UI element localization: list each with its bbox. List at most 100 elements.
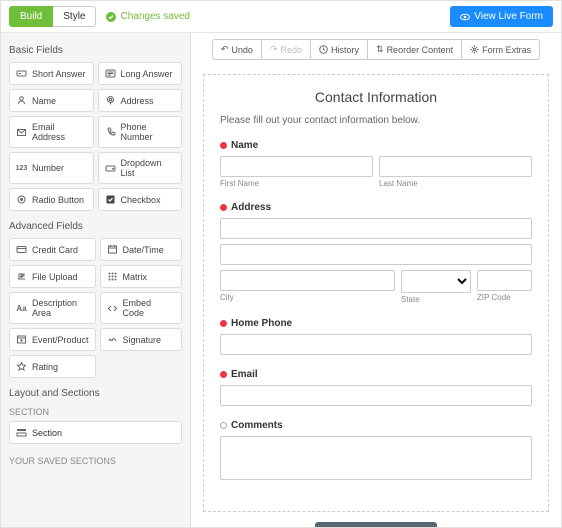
field-item-label: Signature — [123, 335, 162, 345]
undo-icon: ↶ — [221, 44, 229, 55]
form-description: Please fill out your contact information… — [220, 115, 532, 126]
desc-icon: Aa — [16, 303, 27, 314]
rating-icon — [16, 361, 27, 372]
file-icon — [16, 271, 27, 282]
adv-field-date[interactable]: Date/Time — [100, 238, 182, 261]
email-icon — [16, 127, 27, 138]
basic-field-short[interactable]: Short Answer — [9, 62, 94, 85]
field-item-label: Matrix — [123, 272, 148, 282]
radio-icon — [16, 194, 27, 205]
address-line1-input[interactable] — [220, 218, 532, 239]
advanced-fields-heading: Advanced Fields — [9, 221, 182, 232]
adv-field-file[interactable]: File Upload — [9, 265, 96, 288]
field-item-label: File Upload — [32, 272, 78, 282]
state-sublabel: State — [401, 295, 471, 304]
name-icon — [16, 95, 27, 106]
short-icon — [16, 68, 27, 79]
field-item-label: Credit Card — [32, 245, 78, 255]
form-canvas[interactable]: Contact Information Please fill out your… — [203, 74, 549, 512]
tab-build[interactable]: Build — [9, 6, 53, 27]
field-item-label: Event/Product — [32, 335, 89, 345]
gear-icon — [470, 45, 479, 54]
sidebar: Basic Fields Short Answer Long Answer Name… — [1, 33, 191, 527]
form-extras-button[interactable]: Form Extras — [462, 39, 540, 60]
last-name-input[interactable] — [379, 156, 532, 177]
optional-icon — [220, 422, 227, 429]
checkbox-icon — [105, 194, 116, 205]
canvas-toolbar: ↶Undo ↷Redo History ⇅Reorder Content For… — [191, 33, 561, 66]
eye-icon — [460, 12, 470, 22]
field-item-label: Email Address — [32, 122, 87, 142]
field-item-label: Rating — [32, 362, 58, 372]
field-item-label: Phone Number — [121, 122, 176, 142]
view-live-form-button[interactable]: View Live Form — [450, 6, 553, 27]
state-select[interactable] — [401, 270, 471, 293]
field-item-label: Embed Code — [123, 298, 175, 318]
field-comments[interactable]: Comments — [220, 420, 532, 483]
section-icon — [16, 427, 27, 438]
field-item-label: Dropdown List — [121, 158, 176, 178]
tab-style[interactable]: Style — [53, 6, 96, 27]
field-item-label: Description Area — [32, 298, 89, 318]
basic-field-email[interactable]: Email Address — [9, 116, 94, 148]
long-icon — [105, 68, 116, 79]
address-line2-input[interactable] — [220, 244, 532, 265]
field-item-label: Short Answer — [32, 69, 86, 79]
card-icon — [16, 244, 27, 255]
basic-field-number[interactable]: 123Number — [9, 152, 94, 184]
redo-button[interactable]: ↷Redo — [262, 39, 311, 60]
saved-sections-heading: YOUR SAVED SECTIONS — [9, 456, 182, 466]
city-sublabel: City — [220, 293, 395, 302]
field-home-phone[interactable]: Home Phone — [220, 318, 532, 355]
adv-field-matrix[interactable]: Matrix — [100, 265, 182, 288]
field-item-label: Address — [121, 96, 154, 106]
zip-input[interactable] — [477, 270, 532, 291]
clock-icon — [319, 45, 328, 54]
field-name[interactable]: Name First Name Last Name — [220, 140, 532, 188]
matrix-icon — [107, 271, 118, 282]
sig-icon — [107, 334, 118, 345]
changes-saved: Changes saved — [106, 11, 190, 22]
last-name-sublabel: Last Name — [379, 179, 532, 188]
adv-field-embed[interactable]: Embed Code — [100, 292, 182, 324]
reorder-button[interactable]: ⇅Reorder Content — [368, 39, 462, 60]
basic-field-long[interactable]: Long Answer — [98, 62, 183, 85]
adv-field-rating[interactable]: Rating — [9, 355, 96, 378]
field-item-label: Date/Time — [123, 245, 164, 255]
phone-icon — [105, 127, 116, 138]
basic-field-dropdown[interactable]: Dropdown List — [98, 152, 183, 184]
field-item-label: Name — [32, 96, 56, 106]
basic-field-address[interactable]: Address — [98, 89, 183, 112]
adv-field-desc[interactable]: Aa Description Area — [9, 292, 96, 324]
required-icon — [220, 320, 227, 327]
field-email[interactable]: Email — [220, 369, 532, 406]
section-item[interactable]: Section — [9, 421, 182, 444]
field-item-label: Long Answer — [121, 69, 173, 79]
adv-field-card[interactable]: Credit Card — [9, 238, 96, 261]
history-button[interactable]: History — [311, 39, 368, 60]
address-icon — [105, 95, 116, 106]
undo-button[interactable]: ↶Undo — [212, 39, 262, 60]
basic-field-radio[interactable]: Radio Button — [9, 188, 94, 211]
topbar: Build Style Changes saved View Live Form — [1, 1, 561, 33]
email-input[interactable] — [220, 385, 532, 406]
first-name-input[interactable] — [220, 156, 373, 177]
adv-field-sig[interactable]: Signature — [100, 328, 182, 351]
zip-sublabel: ZIP Code — [477, 293, 532, 302]
layout-heading: Layout and Sections — [9, 388, 182, 399]
basic-field-checkbox[interactable]: Checkbox — [98, 188, 183, 211]
adv-field-event[interactable]: Event/Product — [9, 328, 96, 351]
dropdown-icon — [105, 163, 116, 174]
basic-field-phone[interactable]: Phone Number — [98, 116, 183, 148]
home-phone-input[interactable] — [220, 334, 532, 355]
submit-button[interactable]: Submit Form — [315, 522, 438, 527]
required-icon — [220, 204, 227, 211]
field-item-label: Checkbox — [121, 195, 161, 205]
basic-fields-heading: Basic Fields — [9, 45, 182, 56]
field-address[interactable]: Address City State ZIP Code — [220, 202, 532, 304]
date-icon — [107, 244, 118, 255]
embed-icon — [107, 303, 118, 314]
city-input[interactable] — [220, 270, 395, 291]
comments-textarea[interactable] — [220, 436, 532, 480]
basic-field-name[interactable]: Name — [9, 89, 94, 112]
